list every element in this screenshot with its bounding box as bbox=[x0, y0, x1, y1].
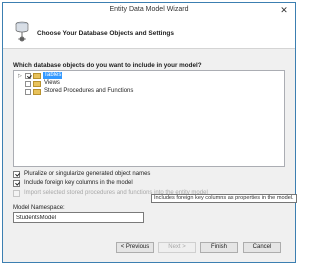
foreign-key-tooltip: Includes foreign key columns as properti… bbox=[151, 194, 297, 203]
window-title: Entity Data Model Wizard bbox=[109, 6, 189, 13]
tables-checkbox[interactable] bbox=[25, 73, 31, 79]
title-bar: Entity Data Model Wizard ✕ bbox=[3, 3, 295, 17]
pluralize-option[interactable]: Pluralize or singularize generated objec… bbox=[13, 171, 213, 179]
pluralize-checkbox[interactable] bbox=[13, 171, 20, 178]
wizard-window: Entity Data Model Wizard ✕ Choose Your D… bbox=[2, 2, 297, 263]
database-objects-tree[interactable]: ▷ Tables Views Stored Procedures and Fun… bbox=[13, 70, 285, 167]
wizard-header: Choose Your Database Objects and Setting… bbox=[3, 17, 295, 49]
model-namespace-label: Model Namespace: bbox=[13, 205, 65, 211]
tree-item-views[interactable]: Views bbox=[18, 80, 78, 88]
expand-arrow-icon[interactable]: ▷ bbox=[18, 72, 22, 80]
tree-item-tables[interactable]: ▷ Tables bbox=[18, 72, 78, 80]
database-connection-icon bbox=[15, 21, 29, 42]
close-icon[interactable]: ✕ bbox=[278, 4, 290, 16]
folder-icon bbox=[33, 89, 41, 95]
tree-item-label: Tables bbox=[43, 72, 63, 79]
tree-item-label: Views bbox=[44, 80, 60, 86]
folder-icon bbox=[33, 81, 41, 87]
next-button: Next > bbox=[158, 242, 196, 253]
tree-item-label: Stored Procedures and Functions bbox=[44, 88, 134, 94]
foreign-key-checkbox[interactable] bbox=[13, 180, 20, 187]
step-title: Choose Your Database Objects and Setting… bbox=[37, 30, 175, 37]
import-procedures-checkbox bbox=[13, 190, 20, 197]
model-namespace-input[interactable] bbox=[13, 212, 144, 223]
views-checkbox[interactable] bbox=[25, 81, 31, 87]
cancel-button[interactable]: Cancel bbox=[243, 242, 281, 253]
stored-procedures-checkbox[interactable] bbox=[25, 89, 31, 95]
objects-question: Which database objects do you want to in… bbox=[13, 62, 202, 69]
foreign-key-option[interactable]: Include foreign key columns in the model bbox=[13, 180, 213, 188]
finish-button[interactable]: Finish bbox=[200, 242, 238, 253]
previous-button[interactable]: < Previous bbox=[116, 242, 154, 253]
folder-icon bbox=[33, 73, 41, 79]
tree-item-stored-procedures[interactable]: Stored Procedures and Functions bbox=[18, 88, 168, 96]
pluralize-label: Pluralize or singularize generated objec… bbox=[24, 171, 151, 177]
foreign-key-label: Include foreign key columns in the model bbox=[24, 180, 133, 186]
